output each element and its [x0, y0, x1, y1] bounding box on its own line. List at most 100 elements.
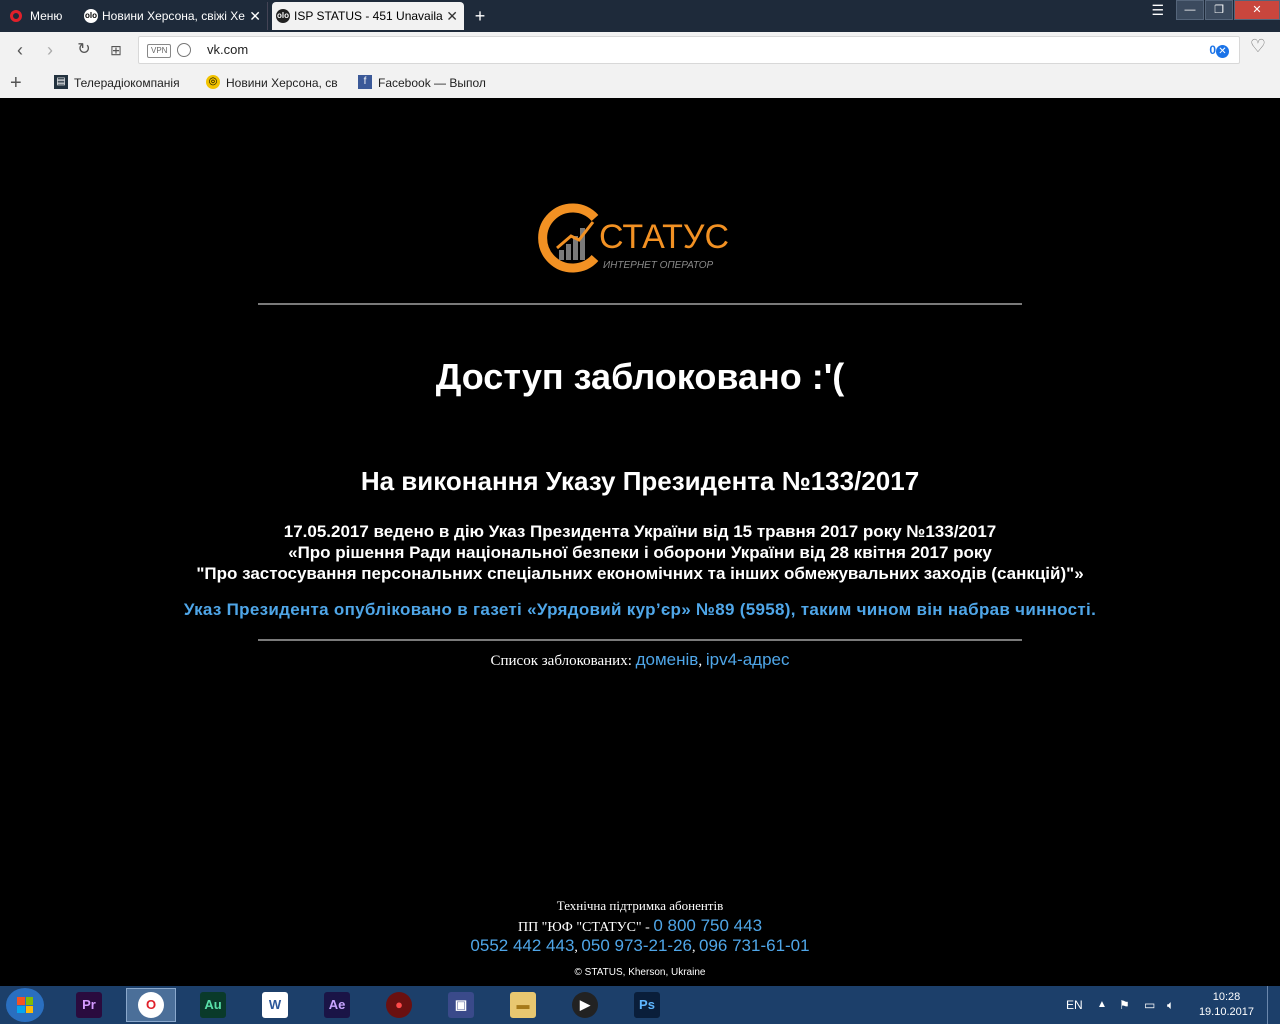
premiere-icon: Pr — [76, 992, 102, 1018]
bookmark-item[interactable]: ◎ Новини Херсона, св — [204, 68, 362, 98]
bookmark-label: Телерадіокомпанія — [74, 76, 180, 90]
folder-icon: ▬ — [510, 992, 536, 1018]
word-icon: W — [262, 992, 288, 1018]
company-name: ПП "ЮФ "СТАТУС" - — [517, 920, 650, 935]
after-effects-icon: Ae — [324, 992, 350, 1018]
facebook-icon: f — [358, 75, 372, 89]
tab-title: Новини Херсона, свіжі Хе — [102, 9, 245, 23]
logo-subtitle: ИНТЕРНЕТ ОПЕРАТОР — [603, 260, 714, 271]
adblock-counter[interactable]: 0 ✕ — [1209, 43, 1229, 58]
taskbar-app-button[interactable]: Au — [188, 988, 238, 1022]
media-player-icon: ▶ — [572, 992, 598, 1018]
url-field[interactable]: VPN vk.com 0 ✕ — [138, 36, 1240, 64]
menu-label: Меню — [30, 9, 63, 23]
bookmark-item[interactable]: ▤ Телерадіокомпанія — [52, 68, 214, 98]
phone-link[interactable]: 050 973-21-26 — [581, 936, 692, 955]
taskbar-app-button[interactable]: Pr — [64, 988, 114, 1022]
decree-heading: На виконання Указу Президента №133/2017 — [360, 466, 920, 496]
photoshop-icon: Ps — [634, 992, 660, 1018]
url-text[interactable]: vk.com — [207, 37, 248, 63]
show-hidden-icons[interactable]: ▲ — [1097, 986, 1107, 1024]
taskbar-app-button[interactable]: ▬ — [498, 988, 548, 1022]
page-title: Доступ заблоковано :'( — [435, 356, 845, 397]
taskbar-app-button[interactable]: ▶ — [560, 988, 610, 1022]
audition-icon: Au — [200, 992, 226, 1018]
decree-line: «Про рішення Ради національної безпеки і… — [288, 543, 992, 562]
show-desktop-button[interactable] — [1267, 986, 1280, 1024]
blocked-list-label: Список заблокованих: — [490, 653, 632, 669]
joystick-icon: ● — [386, 992, 412, 1018]
blocked-page: СТАТУС ИНТЕРНЕТ ОПЕРАТОР Доступ заблоков… — [0, 98, 1280, 986]
forward-icon[interactable]: › — [38, 38, 62, 62]
adblock-count: 0 — [1209, 43, 1216, 57]
floppy-icon: ▣ — [448, 992, 474, 1018]
decree-line: 17.05.2017 ведено в дію Указ Президента … — [283, 522, 997, 541]
logo-bar — [559, 250, 564, 260]
phone-main-link[interactable]: 0 800 750 443 — [653, 916, 762, 935]
phone-link[interactable]: 096 731-61-01 — [699, 936, 810, 955]
start-button[interactable] — [6, 988, 44, 1022]
window-controls: — ❐ ✕ — [1175, 0, 1280, 20]
bookmark-heart-icon[interactable]: ♡ — [1250, 36, 1266, 57]
volume-icon[interactable]: 🔈︎ — [1167, 986, 1174, 1024]
new-tab-button[interactable]: + — [468, 2, 492, 30]
logo-word: СТАТУС — [599, 218, 729, 256]
windows-logo-icon — [17, 997, 33, 1013]
tv-channel-icon: ▤ — [54, 75, 68, 89]
tab-news-kherson[interactable]: olo Новини Херсона, свіжі Хе ✕ — [80, 2, 268, 30]
taskbar-app-button[interactable]: W — [250, 988, 300, 1022]
maximize-icon[interactable]: ❐ — [1205, 0, 1233, 20]
close-tab-icon[interactable]: ✕ — [249, 2, 261, 30]
divider — [258, 303, 1022, 305]
olo-site-icon: olo — [84, 9, 98, 23]
browser-tab-strip: Меню olo Новини Херсона, свіжі Хе ✕ olo … — [0, 0, 1280, 32]
opera-logo-icon — [10, 10, 22, 22]
tab-isp-status[interactable]: olo ISP STATUS - 451 Unavaila ✕ — [272, 2, 464, 30]
language-indicator[interactable]: EN — [1066, 986, 1083, 1024]
bookmark-label: Новини Херсона, св — [226, 76, 338, 90]
publication-link[interactable]: Указ Президента опубліковано в газеті «У… — [0, 600, 1280, 620]
bookmark-label: Facebook — Выпол — [378, 76, 486, 90]
opera-menu-button[interactable]: Меню — [0, 2, 78, 30]
minimize-icon[interactable]: — — [1176, 0, 1204, 20]
close-window-icon[interactable]: ✕ — [1234, 0, 1280, 20]
address-bar: ‹ › ↻ ⊞ VPN vk.com 0 ✕ ♡ — [0, 32, 1280, 68]
globe-icon — [177, 43, 191, 57]
copyright: © STATUS, Kherson, Ukraine — [574, 967, 706, 978]
tab-title: ISP STATUS - 451 Unavaila — [294, 9, 443, 23]
taskbar-app-button[interactable]: ▣ — [436, 988, 486, 1022]
opera-icon: O — [138, 992, 164, 1018]
action-center-flag-icon[interactable]: ⚑ — [1119, 986, 1130, 1024]
close-tab-icon[interactable]: ✕ — [446, 2, 458, 30]
taskbar-app-button[interactable]: O — [126, 988, 176, 1022]
clock-date: 19.10.2017 — [1198, 1006, 1254, 1018]
logo-bar — [566, 244, 571, 260]
decree-line: "Про застосування персональних спеціальн… — [196, 564, 1084, 583]
network-icon[interactable]: ▭ — [1144, 986, 1155, 1024]
phone-link[interactable]: 0552 442 443 — [470, 936, 574, 955]
support-title: Технічна підтримка абонентів — [556, 898, 724, 913]
domains-link[interactable]: доменів — [636, 650, 699, 669]
blocked-list: Список заблокованих: доменів, ipv4-адрес — [0, 650, 1280, 670]
ipv4-link[interactable]: ipv4-адрес — [706, 650, 790, 669]
back-icon[interactable]: ‹ — [8, 38, 32, 62]
add-bookmark-icon[interactable]: + — [10, 72, 22, 95]
clock-time: 10:28 — [1212, 991, 1241, 1003]
taskbar-app-button[interactable]: Ae — [312, 988, 362, 1022]
tab-menu-icon[interactable]: ☰ — [1151, 2, 1164, 19]
vpn-badge[interactable]: VPN — [147, 44, 172, 58]
adblock-icon: ✕ — [1216, 45, 1229, 58]
list-separator: , — [698, 653, 703, 669]
olo-site-icon: olo — [276, 9, 290, 23]
status-logo: СТАТУС ИНТЕРНЕТ ОПЕРАТОР — [538, 203, 729, 273]
speed-dial-icon[interactable]: ⊞ — [104, 38, 128, 62]
news-site-icon: ◎ — [206, 75, 220, 89]
bookmark-item[interactable]: f Facebook — Выпол — [356, 68, 514, 98]
reload-icon[interactable]: ↻ — [72, 38, 96, 62]
taskbar-app-button[interactable]: ● — [374, 988, 424, 1022]
taskbar-app-button[interactable]: Ps — [622, 988, 672, 1022]
windows-taskbar: Pr O Au W Ae ● ▣ ▬ ▶ Ps EN ▲ ⚑ ▭ 🔈︎ 10:28 19.10.2… — [0, 986, 1280, 1024]
support-company: ПП "ЮФ "СТАТУС" - 0 800 750 443 — [0, 916, 1280, 936]
bookmarks-bar: + ▤ Телерадіокомпанія ◎ Новини Херсона, … — [0, 68, 1280, 99]
system-clock[interactable]: 10:28 19.10.2017 — [1199, 990, 1254, 1020]
